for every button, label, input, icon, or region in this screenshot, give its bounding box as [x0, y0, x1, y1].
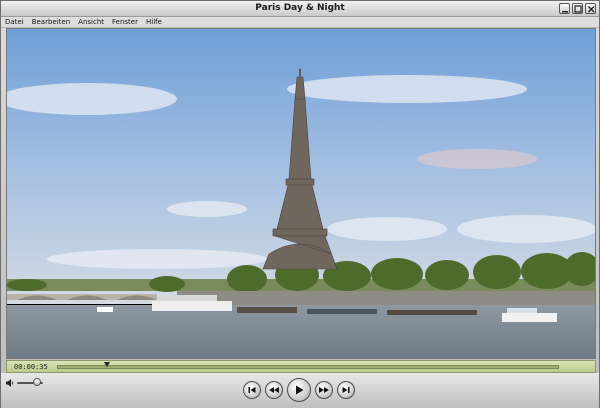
transport-controls [243, 377, 355, 403]
river [7, 305, 595, 358]
menu-bar: Datei Bearbeiten Ansicht Fenster Hilfe [1, 17, 599, 28]
volume-slider-knob[interactable] [32, 378, 41, 386]
minimize-button[interactable] [559, 3, 570, 14]
playhead-handle[interactable] [104, 362, 111, 367]
title-bar[interactable]: Paris Day & Night [1, 1, 599, 17]
current-time: 00:00:35 [14, 363, 48, 371]
skip-to-start-icon [248, 387, 256, 393]
close-icon [588, 6, 595, 13]
bridge [7, 294, 157, 300]
skip-to-start-button[interactable] [243, 381, 261, 399]
menu-datei[interactable]: Datei [1, 17, 28, 27]
control-bar [1, 373, 599, 408]
skip-to-end-icon [342, 387, 350, 393]
fast-forward-icon [319, 387, 329, 393]
video-display[interactable] [6, 28, 596, 359]
skip-to-end-button[interactable] [337, 381, 355, 399]
window-title: Paris Day & Night [255, 3, 345, 13]
fast-forward-button[interactable] [315, 381, 333, 399]
play-icon [296, 385, 304, 395]
timeline-scrubber[interactable]: 00:00:35 [6, 360, 596, 373]
rewind-button[interactable] [265, 381, 283, 399]
maximize-icon [574, 5, 582, 13]
timeline-track[interactable] [57, 365, 559, 369]
menu-ansicht[interactable]: Ansicht [74, 17, 108, 27]
play-button[interactable] [287, 378, 311, 402]
window-controls [559, 3, 596, 14]
menu-bearbeiten[interactable]: Bearbeiten [28, 17, 74, 27]
close-button[interactable] [585, 3, 596, 14]
menu-hilfe[interactable]: Hilfe [142, 17, 166, 27]
maximize-button[interactable] [572, 3, 583, 14]
menu-fenster[interactable]: Fenster [108, 17, 142, 27]
minimize-icon [562, 11, 568, 13]
player-window: Paris Day & Night Datei Bearbeiten Ansic… [0, 0, 600, 408]
quay [177, 291, 595, 305]
rewind-icon [269, 387, 279, 393]
video-frame-image [7, 29, 595, 358]
speaker-icon [6, 379, 14, 387]
